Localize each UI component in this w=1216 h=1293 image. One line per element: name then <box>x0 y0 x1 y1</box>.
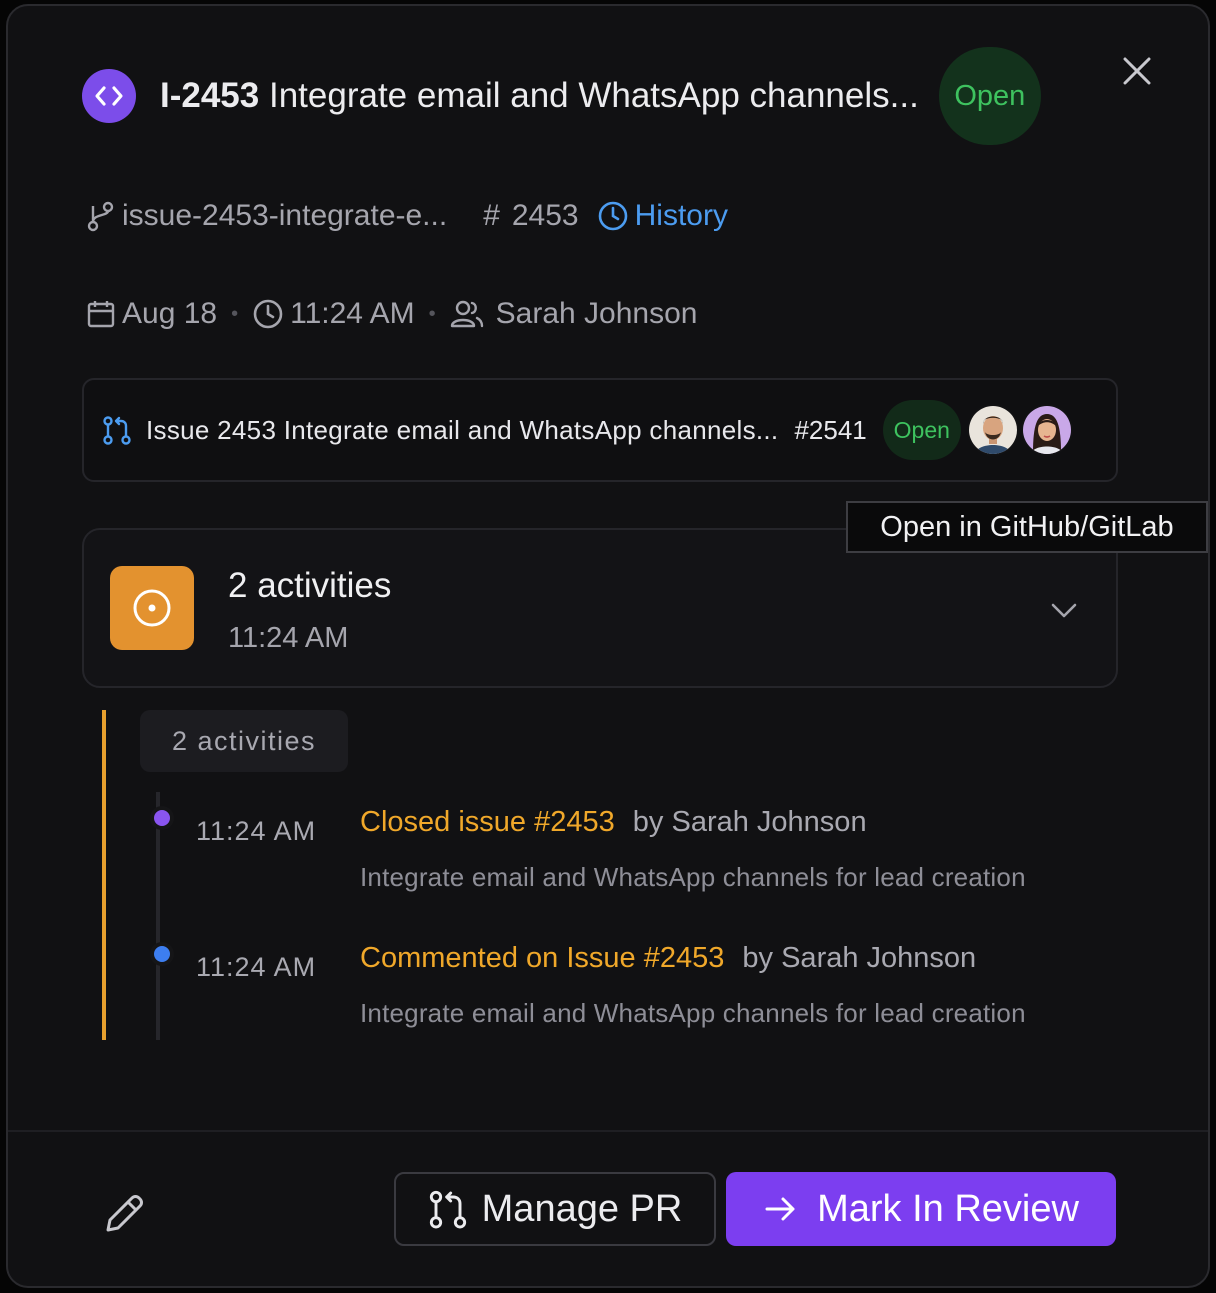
issue-number-value: 2453 <box>511 199 579 232</box>
mark-in-review-button[interactable]: Mark In Review <box>726 1172 1116 1246</box>
event-time: 11:24 AM <box>196 816 317 846</box>
pencil-icon <box>106 1195 143 1232</box>
manage-pr-label: Manage PR <box>481 1187 683 1230</box>
git-branch-icon <box>87 201 114 232</box>
history-link[interactable]: History <box>597 199 728 233</box>
branch-name: issue-2453-integrate-e... <box>122 199 448 232</box>
history-label: History <box>634 199 728 232</box>
avatar <box>1020 404 1073 456</box>
event-description: Integrate email and WhatsApp channels fo… <box>360 998 1026 1028</box>
issue-number: # 2453 <box>483 199 578 233</box>
time-value: 11:24 AM <box>290 297 415 330</box>
issue-title-row: I-2453 Integrate email and WhatsApp chan… <box>82 44 1041 148</box>
pull-request-icon <box>103 416 131 445</box>
activity-summary-title: 2 activities <box>228 566 392 605</box>
status-badge: Open <box>938 47 1041 145</box>
assignee-info[interactable]: Sarah Johnson <box>450 297 698 331</box>
code-icon <box>82 69 136 123</box>
manage-pr-button[interactable]: Manage PR <box>394 1172 716 1246</box>
date-info: Aug 18 <box>86 297 217 331</box>
separator-dot: • <box>231 302 239 325</box>
event-action-link[interactable]: Commented on Issue #2453 <box>360 942 724 974</box>
pull-request-icon <box>429 1190 466 1229</box>
time-info: 11:24 AM <box>252 297 415 331</box>
separator-dot: • <box>428 302 436 325</box>
users-icon <box>450 300 483 328</box>
issue-meta-row: issue-2453-integrate-e... # 2453 History <box>86 194 728 238</box>
footer-divider <box>8 1130 1208 1132</box>
event-heading: Closed issue #2453 by Sarah Johnson <box>360 806 867 839</box>
event-heading: Commented on Issue #2453 by Sarah Johnso… <box>360 942 976 975</box>
pull-request-card[interactable]: Issue 2453 Integrate email and WhatsApp … <box>82 378 1118 482</box>
timeline-dot <box>154 810 170 826</box>
pr-title: Issue 2453 Integrate email and WhatsApp … <box>146 414 779 445</box>
timeline-line <box>156 792 160 1040</box>
pr-status-badge: Open <box>882 400 961 460</box>
chevron-down-icon <box>1051 603 1077 618</box>
arrow-right-icon <box>765 1197 795 1221</box>
branch-link[interactable]: issue-2453-integrate-e... <box>86 199 447 233</box>
activity-badge <box>110 566 194 650</box>
close-icon <box>1123 57 1151 85</box>
edit-button[interactable] <box>100 1190 148 1238</box>
issue-key: I-2453 <box>160 76 260 115</box>
timeline-dot <box>154 946 170 962</box>
assignee-name: Sarah Johnson <box>495 297 698 330</box>
event-author: by Sarah Johnson <box>632 806 867 838</box>
issue-title: I-2453 Integrate email and WhatsApp chan… <box>160 76 919 116</box>
mark-in-review-label: Mark In Review <box>817 1187 1079 1230</box>
event-action-link[interactable]: Closed issue #2453 <box>360 806 615 838</box>
avatar <box>966 404 1019 456</box>
issue-date-row: Aug 18 • 11:24 AM • Sarah Johnson <box>86 292 697 336</box>
close-button[interactable] <box>1116 50 1158 92</box>
pr-number: #2541 <box>794 414 867 445</box>
event-description: Integrate email and WhatsApp channels fo… <box>360 862 1026 892</box>
activity-group-chip: 2 activities <box>140 710 348 772</box>
calendar-icon <box>87 301 115 328</box>
event-author: by Sarah Johnson <box>742 942 977 974</box>
circle-dot-icon <box>133 589 171 627</box>
tooltip: Open in GitHub/GitLab <box>846 501 1208 553</box>
event-time: 11:24 AM <box>196 952 317 982</box>
activity-summary-time: 11:24 AM <box>228 622 349 654</box>
hash-icon: # <box>483 199 500 232</box>
clock-icon <box>598 201 627 231</box>
clock-icon <box>253 299 283 329</box>
issue-title-text: Integrate email and WhatsApp channels... <box>268 76 919 115</box>
timeline-accent-bar <box>102 710 106 1040</box>
expand-button[interactable] <box>1046 592 1082 628</box>
date-value: Aug 18 <box>122 297 218 330</box>
